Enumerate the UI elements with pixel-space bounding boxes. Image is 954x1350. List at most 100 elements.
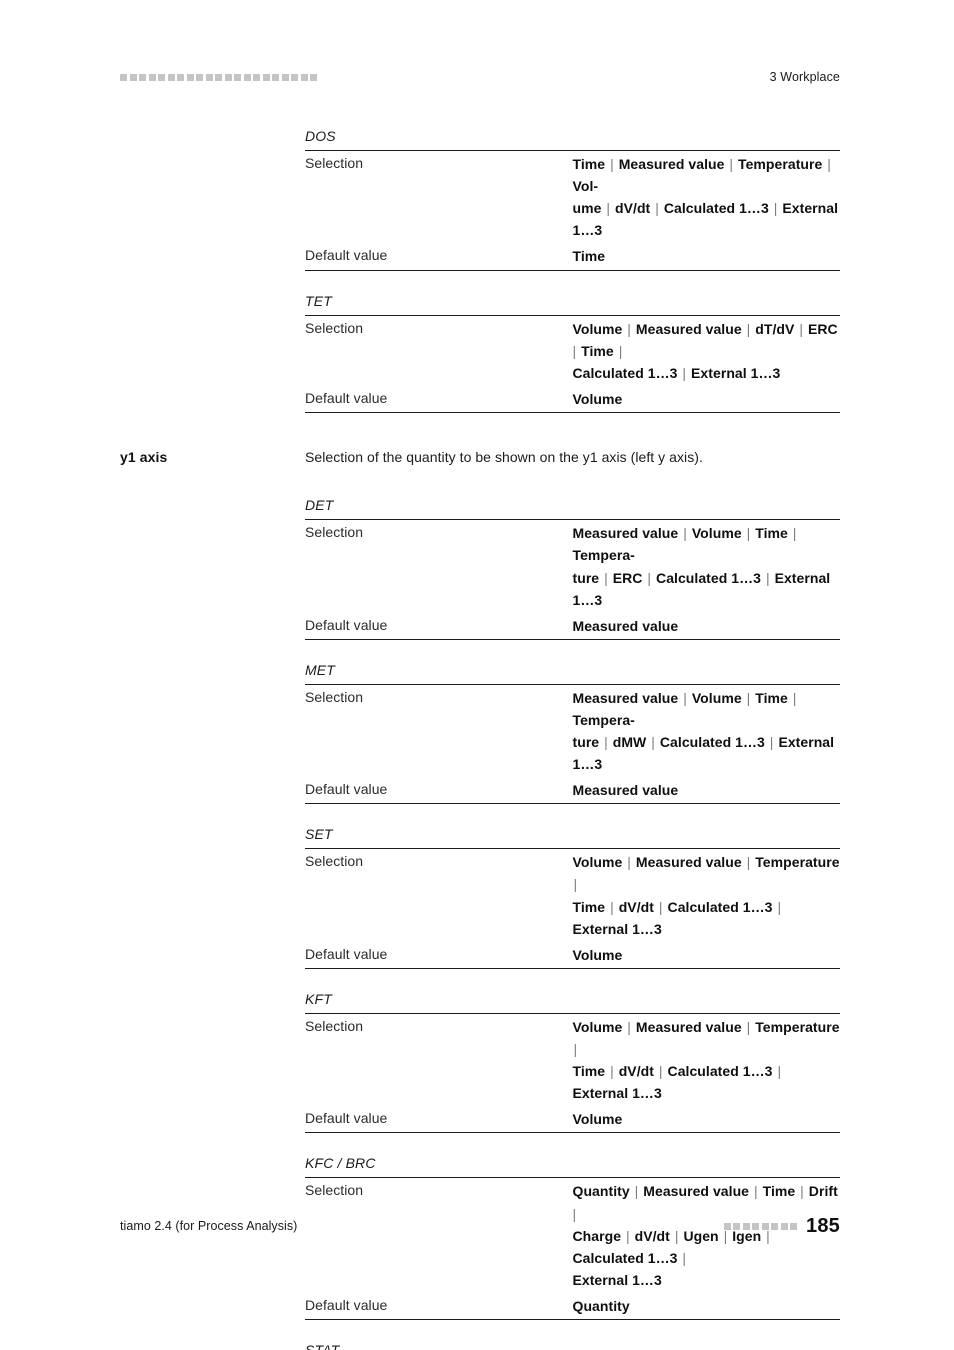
selection-value: Time | Measured value | Temperature | Vo… [572,150,840,244]
value-token: Time [762,1183,796,1200]
decoration-square [272,73,279,81]
decoration-square [253,73,260,81]
value-token: Time [572,156,606,172]
value-separator: | [600,734,612,751]
selection-label: Selection [305,314,573,386]
intro-spacer [305,467,840,497]
selection-value-line: Measured value | Volume | Time | Tempera… [573,687,841,731]
value-separator: | [679,525,691,542]
decoration-square [310,73,317,81]
table-row: Default value Volume [305,941,840,969]
selection-value-line: ture | ERC | Calculated 1…3 | External 1… [573,567,841,611]
value-token: ERC [807,320,838,337]
table-spacer [305,1320,840,1342]
default-value-label: Default value [305,777,573,805]
decoration-square [281,73,289,81]
value-token: dV/dt [615,200,651,217]
parameter-table: DOS Selection Time | Measured value | Temp… [305,128,840,271]
selection-value-line: Volume | Measured value | Temperature | [573,851,841,895]
value-token: Tempera- [572,711,635,728]
value-separator: | [788,525,797,542]
decoration-square [723,1222,731,1230]
selection-value-line: Volume | Measured value | dT/dV | ERC | … [573,318,841,362]
section-body: DOS Selection Time | Measured value | Temp… [305,128,840,413]
table-row: Selection Measured value | Volume | Time … [305,519,841,613]
decoration-square [234,73,241,81]
value-separator: | [678,364,691,381]
value-separator: | [769,200,782,217]
selection-value: Volume | Measured value | dT/dV | ERC | … [572,314,841,386]
default-value-label: Default value [305,1293,573,1321]
table-row: Default value Quantity [305,1293,840,1321]
value-token: Measured value [572,689,679,706]
value-separator: | [796,1183,808,1200]
value-token: ERC [612,569,643,586]
value-separator: | [614,342,623,359]
table-row: Default value Volume [305,385,840,413]
value-token: Volume [572,854,623,871]
value-token: Temperature [755,854,840,871]
value-token: External 1…3 [691,364,781,381]
default-value-value: Measured value [572,612,840,640]
selection-value-line: Time | dV/dt | Calculated 1…3 | External… [573,1060,841,1104]
table-row: Default value Time [305,243,840,271]
value-token: Measured value [635,854,742,871]
value-separator: | [630,1183,643,1200]
value-token: Measured value [618,156,725,172]
selection-value-line: External 1…3 [573,1269,841,1291]
value-separator: | [623,1018,635,1035]
default-value-value: Volume [572,385,840,413]
decoration-square [120,73,127,81]
table-spacer [305,1133,840,1155]
selection-value-line: Volume | Measured value | Temperature | [573,1016,841,1060]
parameter-table: DET Selection Measured value | Volume | Ti… [305,497,840,640]
footer-product-name: tiamo 2.4 (for Process Analysis) [120,1219,298,1233]
decoration-square [196,73,203,81]
value-separator: | [654,898,667,915]
decoration-square [139,73,146,81]
value-token: ture [572,734,600,751]
decoration-square [129,73,137,81]
value-separator: | [788,689,797,706]
selection-label: Selection [305,1012,573,1107]
table-spacer [305,640,840,662]
selection-value-line: Calculated 1…3 | External 1…3 [573,362,841,384]
default-value-label: Default value [305,1106,573,1134]
default-value-label: Default value [305,612,573,640]
value-token: Vol- [572,178,599,195]
table-row: Selection Measured value | Volume | Time … [305,683,841,778]
value-token: Time [755,689,788,706]
table-row: Selection Volume | Measured value | Tempe… [305,848,841,942]
table-spacer [305,969,840,991]
selection-value: Volume | Measured value | Temperature | … [572,1012,841,1107]
value-separator: | [654,1063,667,1080]
value-token: Temperature [738,156,823,172]
section-gutter-label [120,128,305,130]
selection-label: Selection [305,848,573,942]
value-token: ture [572,569,600,586]
default-value-label: Default value [305,385,573,413]
parameter-table: TET Selection Volume | Measured value | dT… [305,293,840,413]
value-token: dV/dt [618,898,654,915]
default-value-label: Default value [305,243,573,271]
value-separator: | [643,569,656,586]
value-token: Calculated 1…3 [656,569,761,586]
value-token: Calculated 1…3 [663,200,769,217]
selection-label: Selection [305,150,573,244]
decoration-square [243,73,251,81]
value-token: Calculated 1…3 [659,734,765,751]
value-token: Volume [572,320,623,337]
page-header: 3 Workplace [120,64,840,90]
value-token: Temperature [755,1018,840,1035]
value-token: Time [572,898,606,915]
table-caption: STAT [305,1342,339,1350]
table-caption: KFT [305,990,332,1007]
page-content: DOS Selection Time | Measured value | Temp… [120,128,840,1350]
selection-label: Selection [305,519,573,613]
table-row: Default value Measured value [305,777,840,805]
value-token: Measured value [572,525,679,542]
value-token: ume [572,200,602,217]
value-separator: | [795,320,807,337]
value-token: Calculated 1…3 [667,898,773,915]
